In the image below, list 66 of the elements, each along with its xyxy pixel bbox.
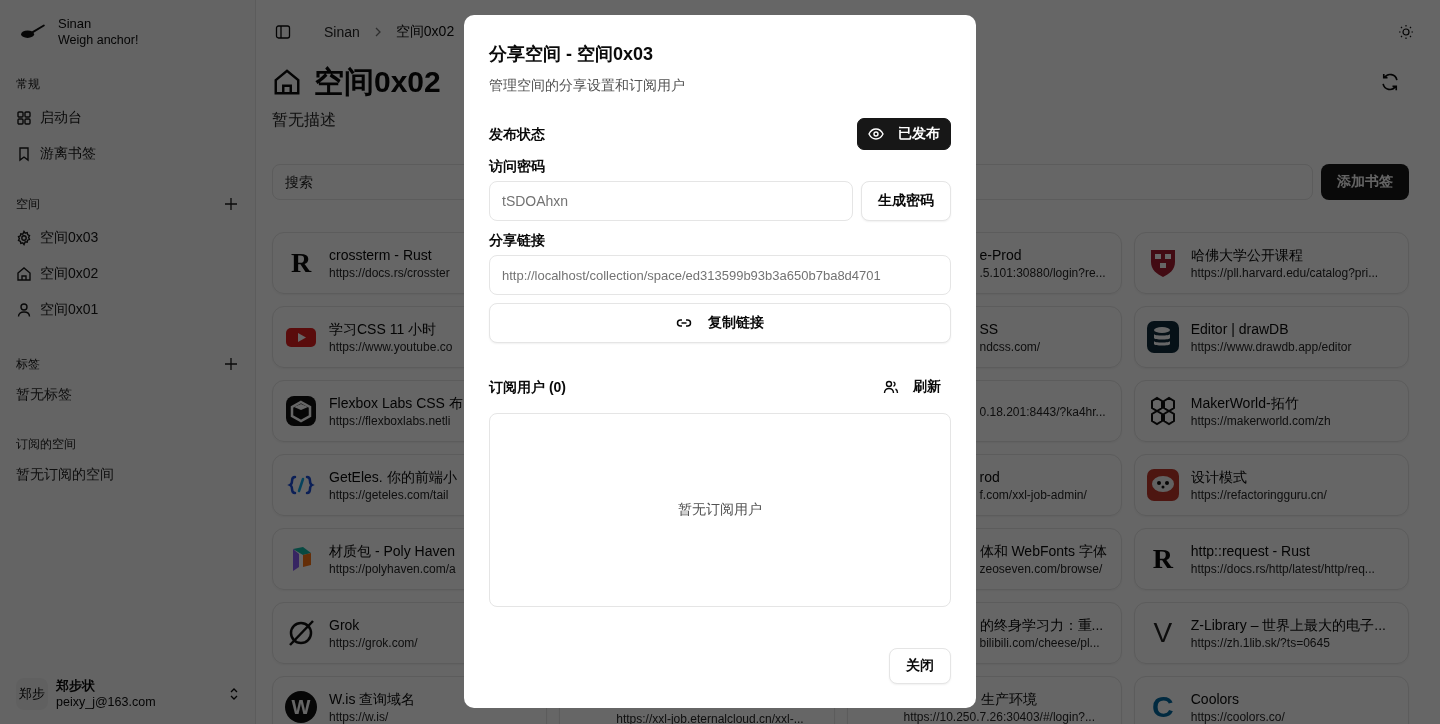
bookmark-title: Coolors	[1190, 690, 1240, 708]
bookmark-url: https://grok.com/	[329, 637, 418, 650]
bookmark-title: 体和 WebFonts 字体	[979, 542, 1107, 560]
bookmark-url: bilibili.com/cheese/pl...	[979, 637, 1101, 650]
bookmark-url: https://pll.harvard.edu/catalog?pri...	[1190, 267, 1379, 280]
bookmark-url: https://docs.rs/http/latest/http/req...	[1190, 563, 1375, 576]
bookmark-title: Grok	[329, 616, 361, 634]
letter-logo-icon: R	[1146, 543, 1179, 575]
bookmark-title: Z-Library – 世界上最大的电子...	[1190, 616, 1386, 634]
bookmark-url: https://flexboxlabs.netli	[329, 415, 452, 428]
dialog-description: 管理空间的分享设置和订阅用户	[489, 76, 686, 95]
bookmark-url: https://coolors.co/	[1190, 711, 1285, 724]
bookmark-url: https://geteles.com/tail	[329, 489, 450, 502]
breadcrumb-current: 空间0x02	[395, 23, 455, 41]
bookmark-title: http::request - Rust	[1190, 542, 1311, 560]
bookmark-title: 生产环境	[979, 690, 1038, 708]
field-label: 访问密码	[489, 157, 546, 176]
field-label: 分享链接	[489, 231, 546, 250]
page-title: 空间0x02	[314, 63, 441, 100]
field-label: 发布状态	[489, 125, 545, 144]
bookmark-title: rod	[979, 468, 1001, 486]
bookmark-url: https://www.drawdb.app/editor	[1190, 341, 1352, 354]
empty-text: 暂无标签	[16, 385, 73, 404]
user-name: 郑步状	[56, 678, 96, 694]
bookmark-url: https://zh.1lib.sk/?ts=0645	[1190, 637, 1331, 650]
dialog-title: 分享空间 - 空间0x03	[489, 43, 655, 65]
bookmark-url: f.com/xxl-job-admin/	[979, 489, 1087, 502]
section-label: 空间	[16, 195, 40, 213]
letter-logo-icon: R	[285, 247, 317, 279]
bookmark-url: https://w.is/	[329, 711, 390, 724]
bookmark-url: 0.18.201:8443/?ka4hr...	[979, 406, 1106, 419]
letter-logo-icon: W	[285, 691, 317, 723]
bookmark-title: crossterm - Rust	[329, 246, 433, 264]
bookmark-title: 材质包 - Poly Haven	[329, 542, 456, 560]
bookmark-url: https://polyhaven.com/a	[329, 563, 456, 576]
bookmark-title: 的终身学习力：重...	[979, 616, 1104, 634]
bookmark-url: .5.101:30880/login?re...	[979, 267, 1106, 280]
bookmark-title: 哈佛大学公开课程	[1190, 246, 1304, 264]
page-description: 暂无描述	[272, 110, 337, 130]
bookmark-title: Editor | drawDB	[1190, 320, 1290, 338]
user-avatar: 郑步	[16, 678, 48, 710]
bookmark-title: 学习CSS 11 小时	[329, 320, 438, 338]
bookmark-title: SS	[979, 320, 1000, 338]
bookmark-title: Flexbox Labs CSS 布	[329, 394, 463, 412]
section-label: 常规	[16, 75, 40, 93]
empty-text: 暂无订阅用户	[678, 501, 762, 519]
bookmark-url: https://www.youtube.co	[329, 341, 453, 354]
bookmark-url: https://docs.rs/crosster	[329, 267, 450, 280]
bookmark-title: 设计模式	[1190, 468, 1248, 486]
app-tagline: Weigh anchor!	[58, 32, 139, 48]
letter-logo-icon: C	[1146, 691, 1179, 723]
bookmark-title: W.is 查询域名	[329, 690, 416, 708]
bookmark-title: e-Prod	[979, 246, 1023, 264]
app-name: Sinan	[58, 16, 93, 32]
bookmark-title: GetEles. 你的前端小	[329, 468, 457, 486]
bookmark-url: zeoseven.com/browse/	[979, 563, 1104, 576]
bookmark-title: MakerWorld-拓竹	[1190, 394, 1300, 412]
bookmark-url: https://refactoringguru.cn/	[1190, 489, 1327, 502]
bookmark-url: https://makerworld.com/zh	[1190, 415, 1331, 428]
bookmark-url: ndcss.com/	[979, 341, 1041, 354]
section-label: 标签	[16, 355, 40, 373]
section-label: 订阅的空间	[16, 435, 76, 453]
bookmark-url: https://10.250.7.26:30403/#/login?...	[903, 711, 1095, 724]
letter-logo-icon: V	[1146, 617, 1179, 649]
user-email: peixy_j@163.com	[56, 694, 157, 710]
empty-text: 暂无订阅的空间	[16, 465, 115, 484]
